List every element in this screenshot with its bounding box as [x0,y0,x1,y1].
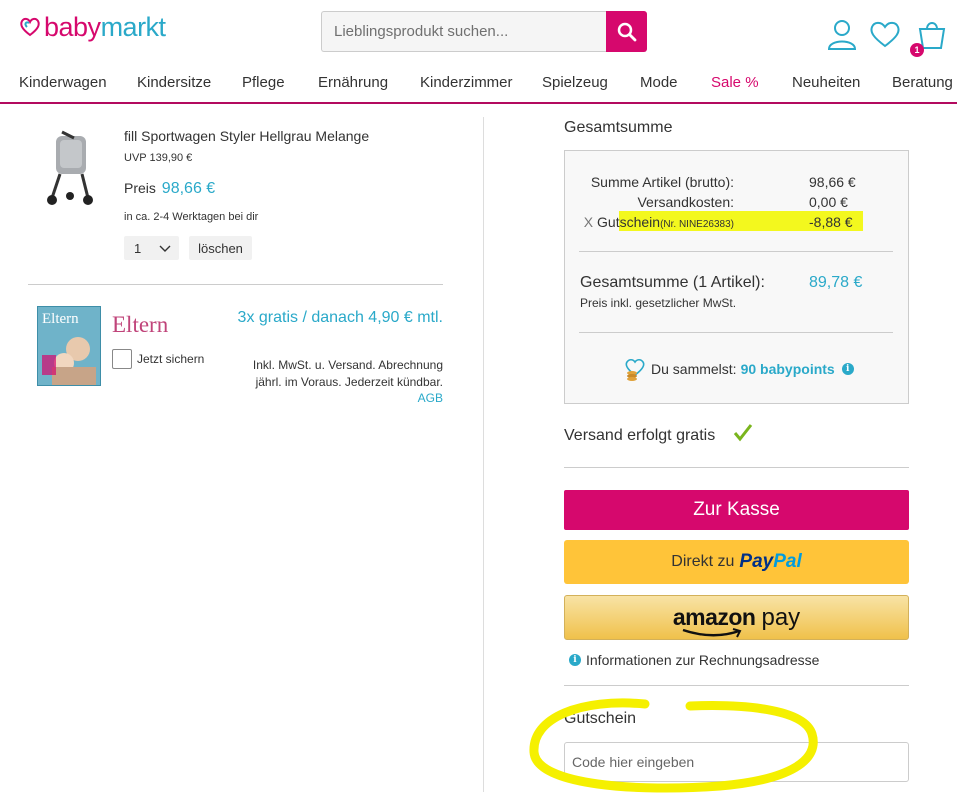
cart-button[interactable]: 1 [910,20,947,57]
cart-count-badge: 1 [910,43,924,57]
logo-text: babymarkt [44,12,166,42]
delete-button[interactable]: löschen [189,236,252,260]
paypal-prefix: Direkt zu [671,553,735,570]
quantity-select[interactable]: 1 [124,236,179,260]
amazon-smile-icon [682,628,742,638]
paypal-logo-pay: Pay [739,551,774,572]
product-price: Preis 98,66 € [124,180,215,198]
chevron-down-icon [159,245,171,252]
amazon-logo: amazon [673,604,756,638]
shipping-cost-value: 0,00 € [809,194,848,210]
search-button[interactable] [606,11,647,52]
summary-title: Gesamtsumme [564,119,673,136]
magazine-fine-print: Inkl. MwSt. u. Versand. Abrechnung jährl… [252,358,443,389]
points-value: 90 babypoints [740,361,835,377]
voucher-label: Gutschein [597,214,661,230]
search-icon [617,22,636,41]
amazon-pay-button[interactable]: amazon pay [564,595,909,640]
voucher-code-input[interactable] [564,742,909,782]
voucher-value: -8,88 € [809,214,853,230]
nav-kinderwagen[interactable]: Kinderwagen [19,74,107,91]
total-label: Gesamtsumme (1 Artikel): [580,274,765,291]
subscribe-checkbox[interactable] [112,349,132,369]
heart-icon [870,21,900,48]
divider [28,284,443,285]
summary-box: Summe Artikel (brutto): 98,66 € Versandk… [564,150,909,404]
checkout-button[interactable]: Zur Kasse [564,490,909,530]
nav-spielzeug[interactable]: Spielzeug [542,74,608,91]
divider [579,251,893,252]
voucher-row: X Gutschein(Nr. NINE26383) [584,214,734,230]
remove-voucher-button[interactable]: X [584,214,593,230]
total-value: 89,78 € [809,274,863,291]
billing-info-text: Informationen zur Rechnungsadresse [586,652,820,668]
nav-beratung[interactable]: Beratung [892,74,953,91]
nav-neuheiten[interactable]: Neuheiten [792,74,860,91]
billing-info-link[interactable]: i Informationen zur Rechnungsadresse [569,652,819,668]
account-button[interactable] [826,18,858,55]
paypal-logo-pal: Pal [773,551,802,572]
search-input[interactable] [321,11,606,52]
product-name[interactable]: fill Sportwagen Styler Hellgrau Melange [124,128,369,144]
divider [564,467,909,468]
babypoints-coins-icon [625,358,645,381]
shipping-cost-label: Versandkosten: [637,194,734,210]
vat-note: Preis inkl. gesetzlicher MwSt. [580,296,737,310]
info-icon[interactable]: i [841,363,854,375]
magazine-offer: 3x gratis / danach 4,90 € mtl. [237,309,443,326]
paypal-button[interactable]: Direkt zu Pay Pal [564,540,909,584]
points-text: Du sammelst: [651,361,737,377]
logo[interactable]: babymarkt [18,12,166,42]
agb-link[interactable]: AGB [418,391,443,405]
divider [579,332,893,333]
magazine-title: Eltern [112,312,169,337]
price-value: 98,66 € [161,180,216,197]
nav-kinderzimmer[interactable]: Kinderzimmer [420,74,513,91]
wishlist-button[interactable] [869,20,901,53]
nav-kindersitze[interactable]: Kindersitze [137,74,211,91]
column-divider [483,117,484,792]
amazon-pay-text: pay [761,603,801,631]
price-label: Preis [124,180,156,196]
user-icon [827,20,857,50]
nav-sale[interactable]: Sale % [711,74,759,91]
nav-mode[interactable]: Mode [640,74,678,91]
magazine-cover-text: Eltern [42,311,79,327]
free-shipping-text: Versand erfolgt gratis [564,427,716,444]
nav-pflege[interactable]: Pflege [242,74,285,91]
babypoints-info: Du sammelst: 90 babypoints i [623,357,859,381]
product-image[interactable] [40,130,100,208]
subtotal-value: 98,66 € [809,174,856,190]
quantity-value: 1 [134,240,142,256]
subscribe-label[interactable]: Jetzt sichern [137,352,204,366]
subtotal-label: Summe Artikel (brutto): [590,174,734,190]
delivery-time: in ca. 2-4 Werktagen bei dir [124,211,259,223]
logo-heart-icon [18,15,42,39]
voucher-code: (Nr. NINE26383) [660,219,734,230]
product-uvp: UVP 139,90 € [124,152,193,164]
magazine-cover-image: Eltern [37,306,101,386]
voucher-section-title: Gutschein [564,710,637,727]
nav-ernaehrung[interactable]: Ernährung [318,74,388,91]
info-icon: i [569,654,581,666]
checkmark-icon [733,424,753,442]
main-navigation: Kinderwagen Kindersitze Pflege Ernährung… [0,74,957,104]
divider [564,685,909,686]
search-bar [321,11,647,52]
